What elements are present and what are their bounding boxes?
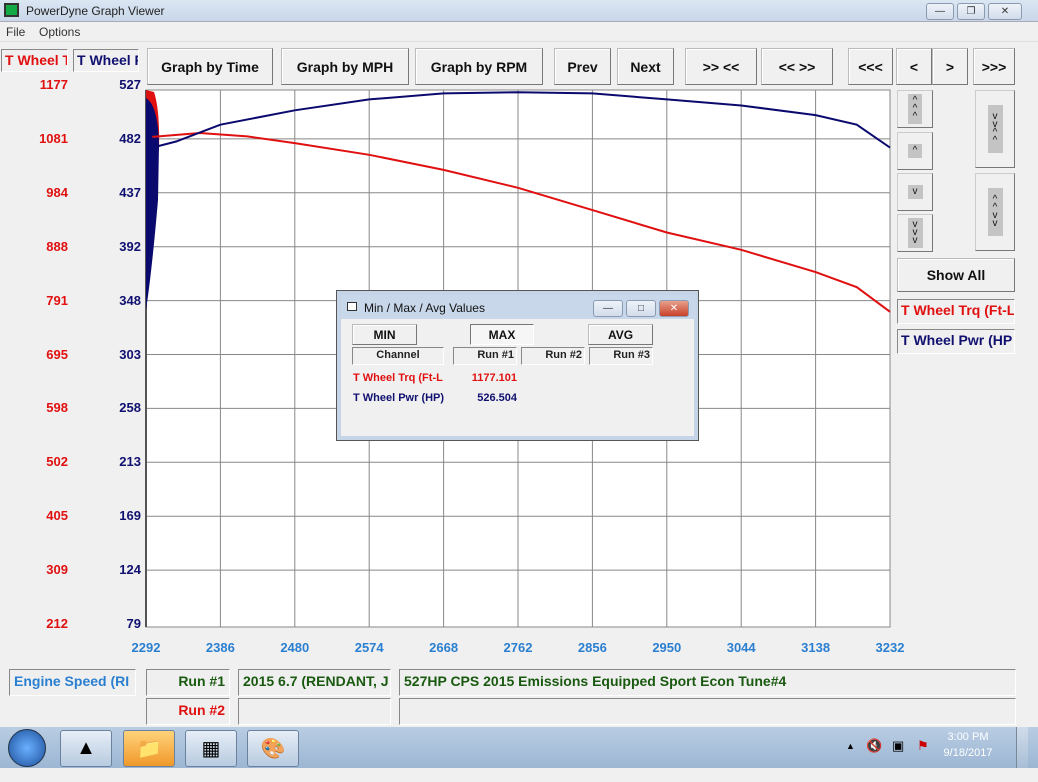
x-tick-label: 3232	[875, 640, 905, 655]
dialog-icon	[347, 302, 357, 311]
y-left-tick-label: 695	[46, 346, 68, 362]
y-right-tick-label: 303	[119, 346, 141, 362]
x-tick-label: 2668	[429, 640, 459, 655]
legend-power[interactable]: T Wheel Pwr (HP	[897, 329, 1015, 354]
run2-label: Run #2	[146, 698, 230, 725]
x-tick-label: 2950	[652, 640, 682, 655]
show-hidden-icons[interactable]: ▲	[846, 741, 855, 751]
row-run1-value: 526.504	[477, 392, 517, 404]
clock-date[interactable]: 9/18/2017	[940, 747, 996, 759]
chevron-down-icon: v	[907, 185, 923, 199]
dialog-title: Min / Max / Avg Values	[364, 301, 485, 315]
paint-icon: 🎨	[260, 738, 286, 760]
row-run1-value: 1177.101	[471, 372, 517, 384]
y-right-tick-label: 437	[119, 184, 141, 200]
header-run2: Run #2	[521, 347, 585, 365]
y-right-tick-label: 392	[119, 238, 141, 254]
zoom-out-vertical-button[interactable]: v v ^ ^	[975, 90, 1015, 168]
dialog-maximize-button[interactable]: □	[626, 300, 656, 317]
folder-icon: 📁	[136, 738, 162, 760]
expand-vertical-icon: ^ ^ v v	[987, 188, 1003, 236]
row-channel: T Wheel Pwr (HP)	[353, 392, 445, 404]
avg-button[interactable]: AVG	[588, 324, 653, 345]
y-left-tick-label: 405	[46, 508, 68, 524]
show-all-button[interactable]: Show All	[897, 258, 1015, 292]
y-right-tick-label: 124	[119, 562, 141, 578]
taskbar-app-explorer[interactable]: 📁	[123, 730, 175, 767]
taskbar-app-control-panel[interactable]: ▦	[185, 730, 237, 767]
volume-muted-icon[interactable]: 🔇	[866, 738, 882, 754]
legend-torque[interactable]: T Wheel Trq (Ft-L	[897, 299, 1015, 324]
dialog-close-button[interactable]: ✕	[659, 300, 689, 317]
min-button[interactable]: MIN	[352, 324, 417, 345]
collapse-vertical-icon: v v ^ ^	[987, 105, 1003, 153]
x-tick-label: 2386	[205, 640, 235, 655]
y-left-tick-label: 598	[46, 400, 68, 416]
max-button[interactable]: MAX	[470, 324, 534, 345]
y-left-tick-label: 984	[46, 184, 68, 200]
run1-description: 527HP CPS 2015 Emissions Equipped Sport …	[399, 669, 1016, 696]
scroll-up-button[interactable]: ^	[897, 132, 933, 170]
y-right-tick-label: 258	[119, 400, 141, 416]
row-channel: T Wheel Trq (Ft-L	[353, 372, 443, 384]
taskbar: ▲ 📁 ▦ 🎨 ▲ 🔇 ▣ ⚑ 3:00 PM 9/18/2017	[0, 727, 1038, 768]
chevron-up-icon: ^	[907, 144, 923, 158]
y-right-tick-label: 169	[119, 508, 141, 524]
run1-label: Run #1	[146, 669, 230, 696]
control-panel-icon: ▦	[201, 738, 221, 760]
header-run3: Run #3	[589, 347, 653, 365]
x-tick-label: 3044	[726, 640, 756, 655]
x-tick-label: 2480	[280, 640, 310, 655]
y-right-tick-label: 79	[126, 616, 141, 631]
min-max-avg-dialog: Min / Max / Avg Values — □ ✕ MIN MAX AVG…	[336, 290, 699, 441]
show-desktop-button[interactable]	[1016, 727, 1028, 768]
scroll-down-button[interactable]: v	[897, 173, 933, 211]
x-tick-label: 2856	[577, 640, 607, 655]
y-left-tick-label: 791	[46, 292, 68, 308]
dialog-minimize-button[interactable]: —	[593, 300, 623, 317]
shuttle-icon: ▲	[76, 737, 96, 759]
y-right-tick-label: 213	[119, 454, 141, 470]
clock-time[interactable]: 3:00 PM	[944, 731, 992, 743]
y-left-tick-label: 1177	[39, 77, 68, 92]
y-right-tick-label: 482	[119, 130, 141, 146]
y-right-tick-label: 348	[119, 292, 141, 308]
taskbar-app-shuttle[interactable]: ▲	[60, 730, 112, 767]
run2-vehicle	[238, 698, 391, 725]
y-left-tick-label: 212	[46, 616, 68, 631]
action-center-flag-icon[interactable]: ⚑	[917, 738, 929, 754]
taskbar-app-paint[interactable]: 🎨	[247, 730, 299, 767]
y-left-tick-label: 888	[46, 238, 68, 254]
run1-vehicle: 2015 6.7 (RENDANT, J	[238, 669, 391, 696]
scroll-top-button[interactable]: ^ ^ ^	[897, 90, 933, 128]
network-icon[interactable]: ▣	[892, 738, 904, 754]
zoom-in-vertical-button[interactable]: ^ ^ v v	[975, 173, 1015, 251]
run2-description	[399, 698, 1016, 725]
y-left-tick-label: 502	[46, 454, 68, 470]
x-axis-channel[interactable]: Engine Speed (RI	[9, 669, 136, 696]
y-left-tick-label: 1081	[39, 130, 68, 146]
x-tick-label: 2574	[354, 640, 384, 655]
header-run1: Run #1	[453, 347, 517, 365]
scroll-bottom-button[interactable]: vvv	[897, 214, 933, 252]
x-tick-label: 2292	[131, 640, 161, 655]
triple-chevron-up-icon: ^ ^ ^	[907, 94, 923, 124]
x-tick-label: 3138	[801, 640, 831, 655]
y-right-tick-label: 527	[119, 77, 141, 92]
triple-chevron-down-icon: vvv	[907, 218, 923, 248]
x-tick-label: 2762	[503, 640, 533, 655]
header-channel: Channel	[352, 347, 444, 365]
y-left-tick-label: 309	[46, 562, 68, 578]
start-button[interactable]	[8, 729, 46, 767]
